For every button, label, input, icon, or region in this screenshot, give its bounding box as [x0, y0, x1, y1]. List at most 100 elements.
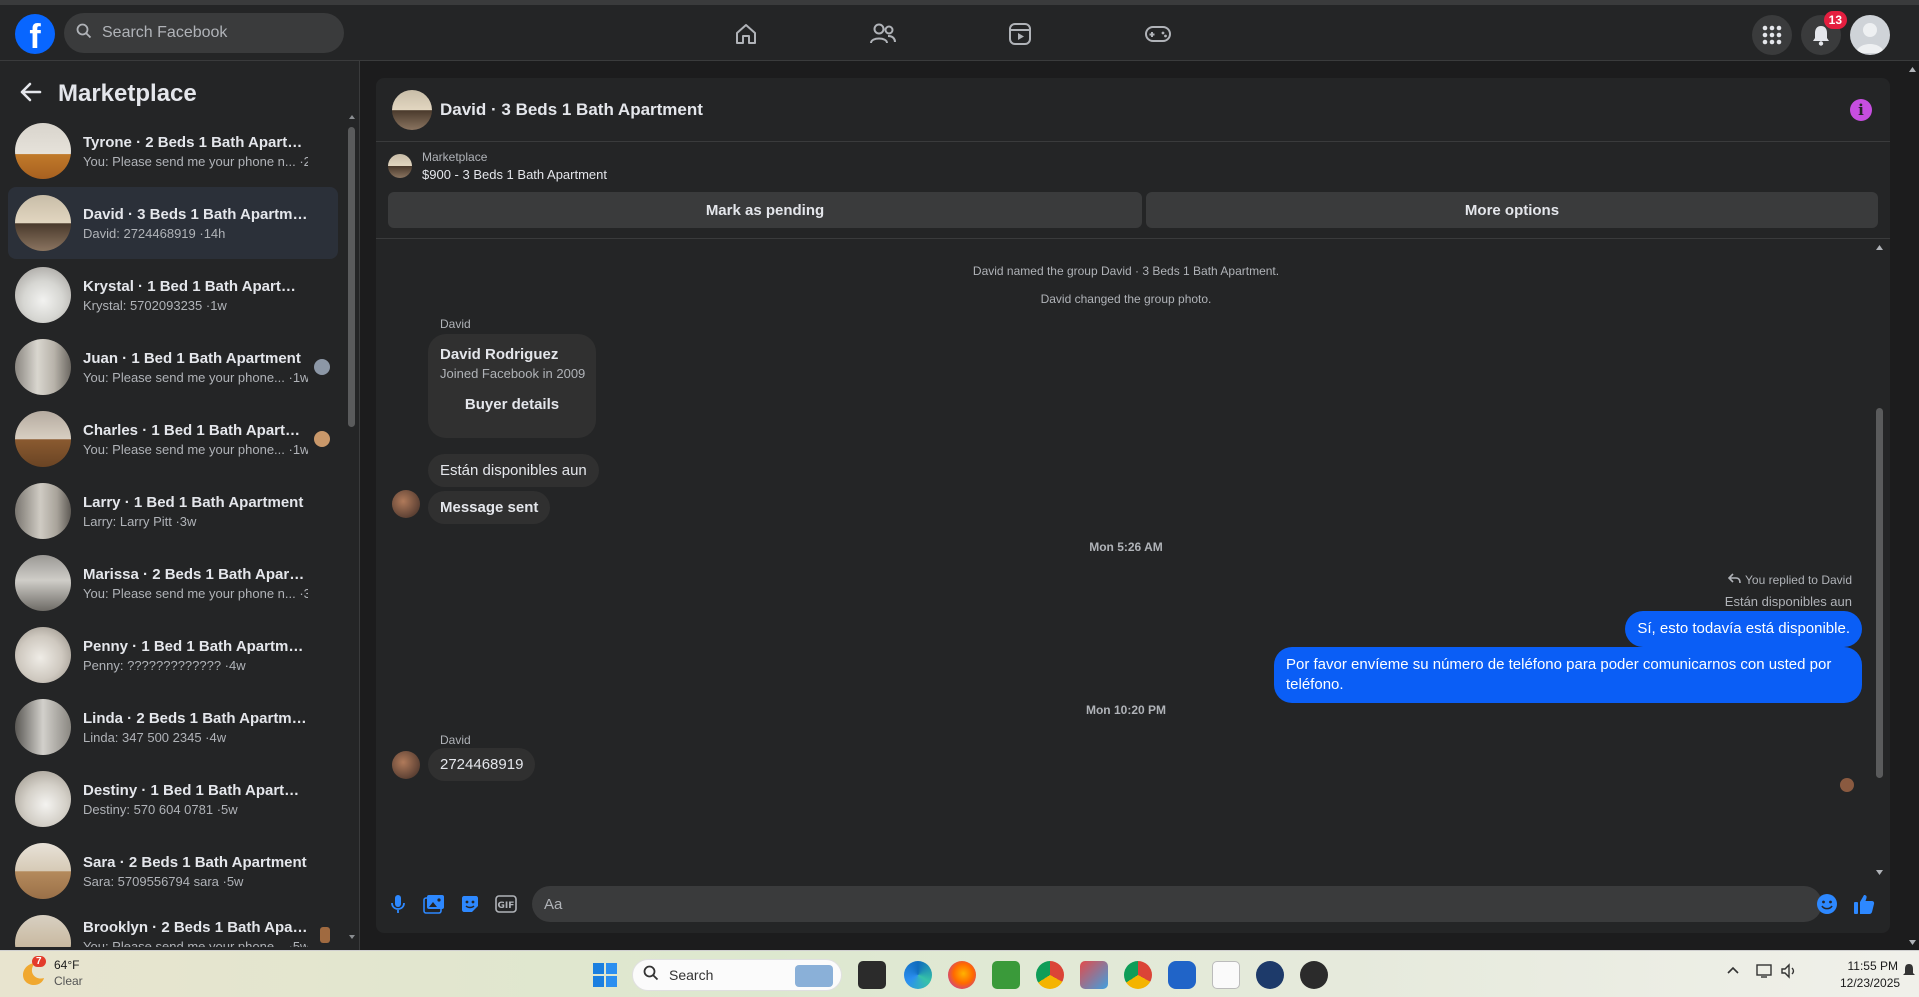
conversation-title: Brooklyn · 2 Beds 1 Bath Apar...	[83, 919, 308, 936]
sidebar-header: Marketplace	[20, 77, 197, 111]
conversation-preview: You: Please send me your phone n... ·2m	[83, 153, 308, 169]
app-77-icon[interactable]	[1300, 961, 1328, 989]
conversation-preview: Krystal: 5702093235 ·1w	[83, 297, 227, 313]
listing-thumbnail	[388, 154, 412, 178]
network-icon[interactable]	[1756, 963, 1774, 984]
listing-category: Marketplace	[422, 150, 488, 164]
conversation-item[interactable]: Marissa · 2 Beds 1 Bath Apartment You: Pl…	[8, 547, 338, 619]
chat-title[interactable]: David · 3 Beds 1 Bath Apartment	[440, 100, 703, 120]
message-input[interactable]	[532, 886, 1822, 922]
listing-thumbnail	[15, 843, 71, 899]
volume-icon[interactable]	[1780, 963, 1798, 984]
conversation-title: Marissa · 2 Beds 1 Bath Apartment	[83, 565, 308, 583]
chat-scrollbar-thumb[interactable]	[1876, 408, 1883, 778]
weather-widget[interactable]: 7 64°F Clear	[18, 956, 83, 989]
conversation-item[interactable]: Sara · 2 Beds 1 Bath Apartment Sara: 5709…	[8, 835, 338, 907]
sender-name: David	[440, 733, 471, 747]
chrome-profile-icon[interactable]	[1124, 961, 1152, 989]
top-navigation-bar: f 13	[0, 0, 1919, 61]
notification-bell-icon[interactable]	[1902, 963, 1916, 984]
spreadsheet-app-icon[interactable]	[992, 961, 1020, 989]
conversation-item[interactable]: Destiny · 1 Bed 1 Bath Apartment Destiny:…	[8, 763, 338, 835]
outgoing-message[interactable]: Sí, esto todavía está disponible.	[1625, 611, 1862, 647]
sidebar-title: Marketplace	[58, 80, 197, 107]
listing-summary[interactable]: Marketplace $900 - 3 Beds 1 Bath Apartme…	[388, 150, 607, 182]
message-composer: GIF	[376, 878, 1890, 933]
profile-avatar[interactable]	[1850, 15, 1890, 55]
reply-quote: Están disponibles aun	[1724, 594, 1852, 609]
app-100-icon[interactable]	[1256, 961, 1284, 989]
conversation-item[interactable]: Tyrone · 2 Beds 1 Bath Apartment You: Ple…	[8, 115, 338, 187]
sidebar-scrollbar-thumb[interactable]	[348, 127, 355, 427]
facebook-logo[interactable]: f	[15, 14, 55, 54]
reply-label: You replied to David	[1745, 573, 1852, 587]
gif-icon[interactable]: GIF	[494, 892, 518, 916]
edge-browser-icon[interactable]	[904, 961, 932, 989]
listing-thumbnail	[15, 483, 71, 539]
listing-thumbnail	[15, 195, 71, 251]
conversation-title: Charles · 1 Bed 1 Bath Apartm...	[83, 421, 308, 439]
conversation-list: Tyrone · 2 Beds 1 Bath Apartment You: Ple…	[8, 115, 338, 947]
taskbar-search[interactable]: Search	[632, 959, 842, 991]
sender-avatar[interactable]	[392, 751, 420, 779]
weather-temperature: 64°F	[54, 958, 80, 972]
incoming-message[interactable]: Message sent	[428, 491, 551, 524]
search-input[interactable]	[102, 24, 322, 42]
system-clock[interactable]: 11:55 PM 12/23/2025	[1840, 958, 1900, 992]
search-icon	[643, 965, 659, 986]
emoji-icon[interactable]	[1815, 892, 1839, 916]
task-view-icon[interactable]	[858, 961, 886, 989]
outgoing-message[interactable]: Por favor envíeme su número de teléfono …	[1274, 647, 1862, 703]
incoming-message[interactable]: 2724468919	[428, 748, 536, 781]
conversation-title: Larry · 1 Bed 1 Bath Apartment	[83, 493, 304, 511]
gaming-icon[interactable]	[1143, 19, 1173, 49]
notifications-button[interactable]: 13	[1801, 11, 1847, 55]
thumbs-up-icon[interactable]	[1852, 892, 1876, 916]
snipping-tool-icon[interactable]	[1080, 961, 1108, 989]
chat-group-avatar[interactable]	[392, 89, 432, 130]
conversation-title: Destiny · 1 Bed 1 Bath Apartment	[83, 781, 308, 799]
menu-grid-button[interactable]	[1752, 15, 1792, 55]
listing-price: $900 - 3 Beds 1 Bath Apartment	[422, 167, 608, 182]
buyer-details-button[interactable]: Buyer details	[428, 396, 596, 413]
microphone-icon[interactable]	[386, 892, 410, 916]
conversation-preview: You: Please send me your phone... ·1w	[83, 441, 308, 457]
conversation-preview: You: Please send me your phone n... ·3w	[83, 585, 308, 601]
friends-icon[interactable]	[868, 19, 898, 49]
timestamp-separator: Mon 10:20 PM	[1085, 703, 1166, 717]
info-icon[interactable]: i	[1850, 99, 1872, 121]
buyer-name: David Rodriguez	[440, 346, 559, 363]
chat-panel: David · 3 Beds 1 Bath Apartment i Market…	[376, 78, 1890, 933]
conversation-item[interactable]: Brooklyn · 2 Beds 1 Bath Apar... You: Ple…	[8, 907, 338, 947]
grid-icon	[1762, 25, 1782, 45]
photo-icon[interactable]	[422, 892, 446, 916]
conversation-item[interactable]: Juan · 1 Bed 1 Bath Apartment You: Please…	[8, 331, 338, 403]
shield-app-icon[interactable]	[1168, 961, 1196, 989]
incoming-message[interactable]: Están disponibles aun	[428, 454, 599, 487]
page-scrollbar[interactable]	[1906, 62, 1919, 950]
sticker-icon[interactable]	[458, 892, 482, 916]
chevron-up-icon[interactable]	[1726, 963, 1740, 982]
conversation-title: Sara · 2 Beds 1 Bath Apartment	[83, 853, 307, 871]
more-options-button[interactable]: More options	[1146, 192, 1878, 228]
sender-avatar[interactable]	[392, 490, 420, 518]
file-icon[interactable]	[1212, 961, 1240, 989]
conversation-item[interactable]: Krystal · 1 Bed 1 Bath Apartment Krystal:…	[8, 259, 338, 331]
home-icon[interactable]	[731, 19, 761, 49]
conversation-item[interactable]: David · 3 Beds 1 Bath Apartment David: 27…	[8, 187, 338, 259]
back-arrow-icon[interactable]	[20, 82, 42, 107]
mark-as-pending-button[interactable]: Mark as pending	[388, 192, 1142, 228]
clock-time: 11:55 PM	[1847, 959, 1898, 973]
conversation-item[interactable]: Linda · 2 Beds 1 Bath Apartment Linda: 34…	[8, 691, 338, 763]
firefox-icon[interactable]	[948, 961, 976, 989]
video-icon[interactable]	[1005, 19, 1035, 49]
conversation-item[interactable]: Charles · 1 Bed 1 Bath Apartm... You: Ple…	[8, 403, 338, 475]
participant-mini-avatar	[314, 431, 330, 447]
conversation-item[interactable]: Larry · 1 Bed 1 Bath Apartment Larry: Lar…	[8, 475, 338, 547]
search-box[interactable]	[64, 13, 344, 53]
chrome-icon[interactable]	[1036, 961, 1064, 989]
listing-thumbnail	[15, 555, 71, 611]
conversation-item[interactable]: Penny · 1 Bed 1 Bath Apartment Penny: ???…	[8, 619, 338, 691]
windows-start-icon[interactable]	[592, 962, 618, 988]
svg-text:GIF: GIF	[498, 901, 515, 911]
